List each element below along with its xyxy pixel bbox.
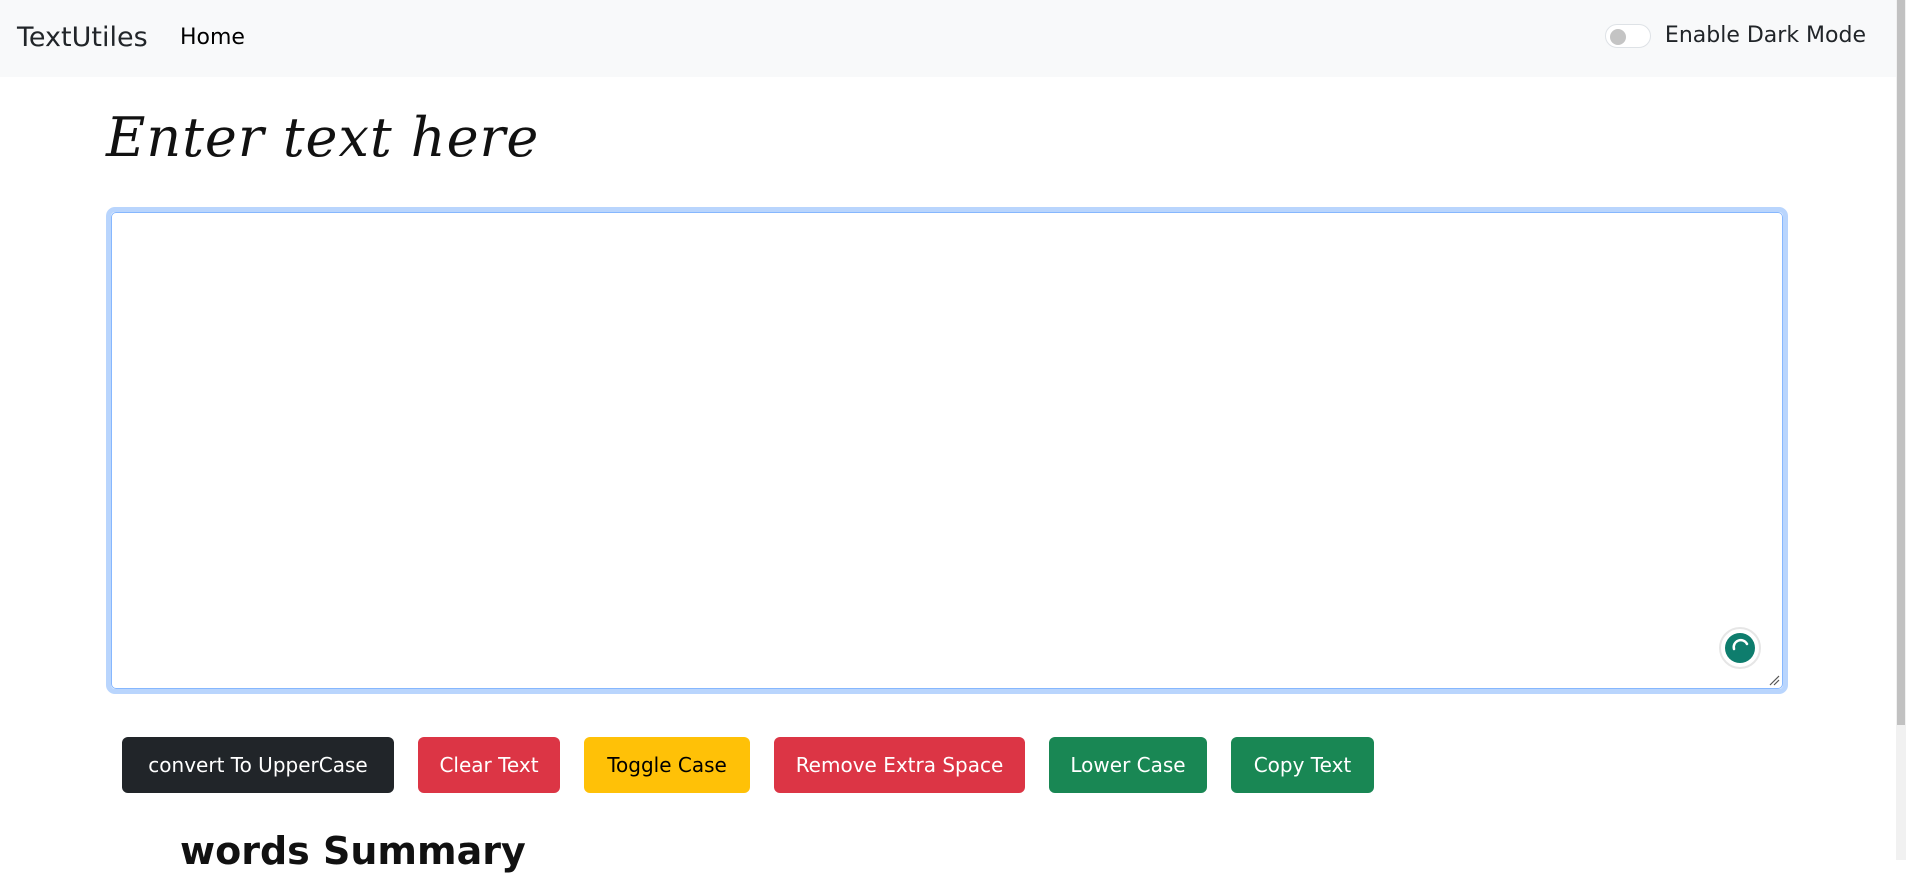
page-heading: Enter text here	[106, 106, 540, 169]
scrollbar-thumb[interactable]	[1897, 0, 1905, 725]
dark-mode-switch[interactable]	[1604, 24, 1651, 48]
words-summary-heading: words Summary	[180, 829, 526, 873]
scrollbar-track[interactable]	[1896, 0, 1906, 860]
textarea-focus-ring	[106, 207, 1788, 694]
navbar: TextUtiles Home Enable Dark Mode	[0, 0, 1896, 77]
nav-home-link[interactable]: Home	[180, 24, 245, 52]
lower-case-button[interactable]: Lower Case	[1049, 737, 1207, 793]
switch-knob	[1609, 29, 1626, 45]
toggle-case-button[interactable]: Toggle Case	[584, 737, 750, 793]
action-button-row: convert To UpperCase Clear Text Toggle C…	[122, 737, 1398, 793]
clear-text-button[interactable]: Clear Text	[418, 737, 560, 793]
brand-link[interactable]: TextUtiles	[17, 20, 148, 56]
uppercase-button[interactable]: convert To UpperCase	[122, 737, 394, 793]
dark-mode-toggle[interactable]: Enable Dark Mode	[1604, 22, 1866, 50]
text-input[interactable]	[111, 212, 1783, 689]
copy-text-button[interactable]: Copy Text	[1231, 737, 1374, 793]
grammar-assistant-icon[interactable]	[1719, 627, 1761, 669]
resize-handle-icon[interactable]	[1768, 674, 1780, 686]
remove-extra-space-button[interactable]: Remove Extra Space	[774, 737, 1025, 793]
dark-mode-label: Enable Dark Mode	[1664, 23, 1866, 48]
